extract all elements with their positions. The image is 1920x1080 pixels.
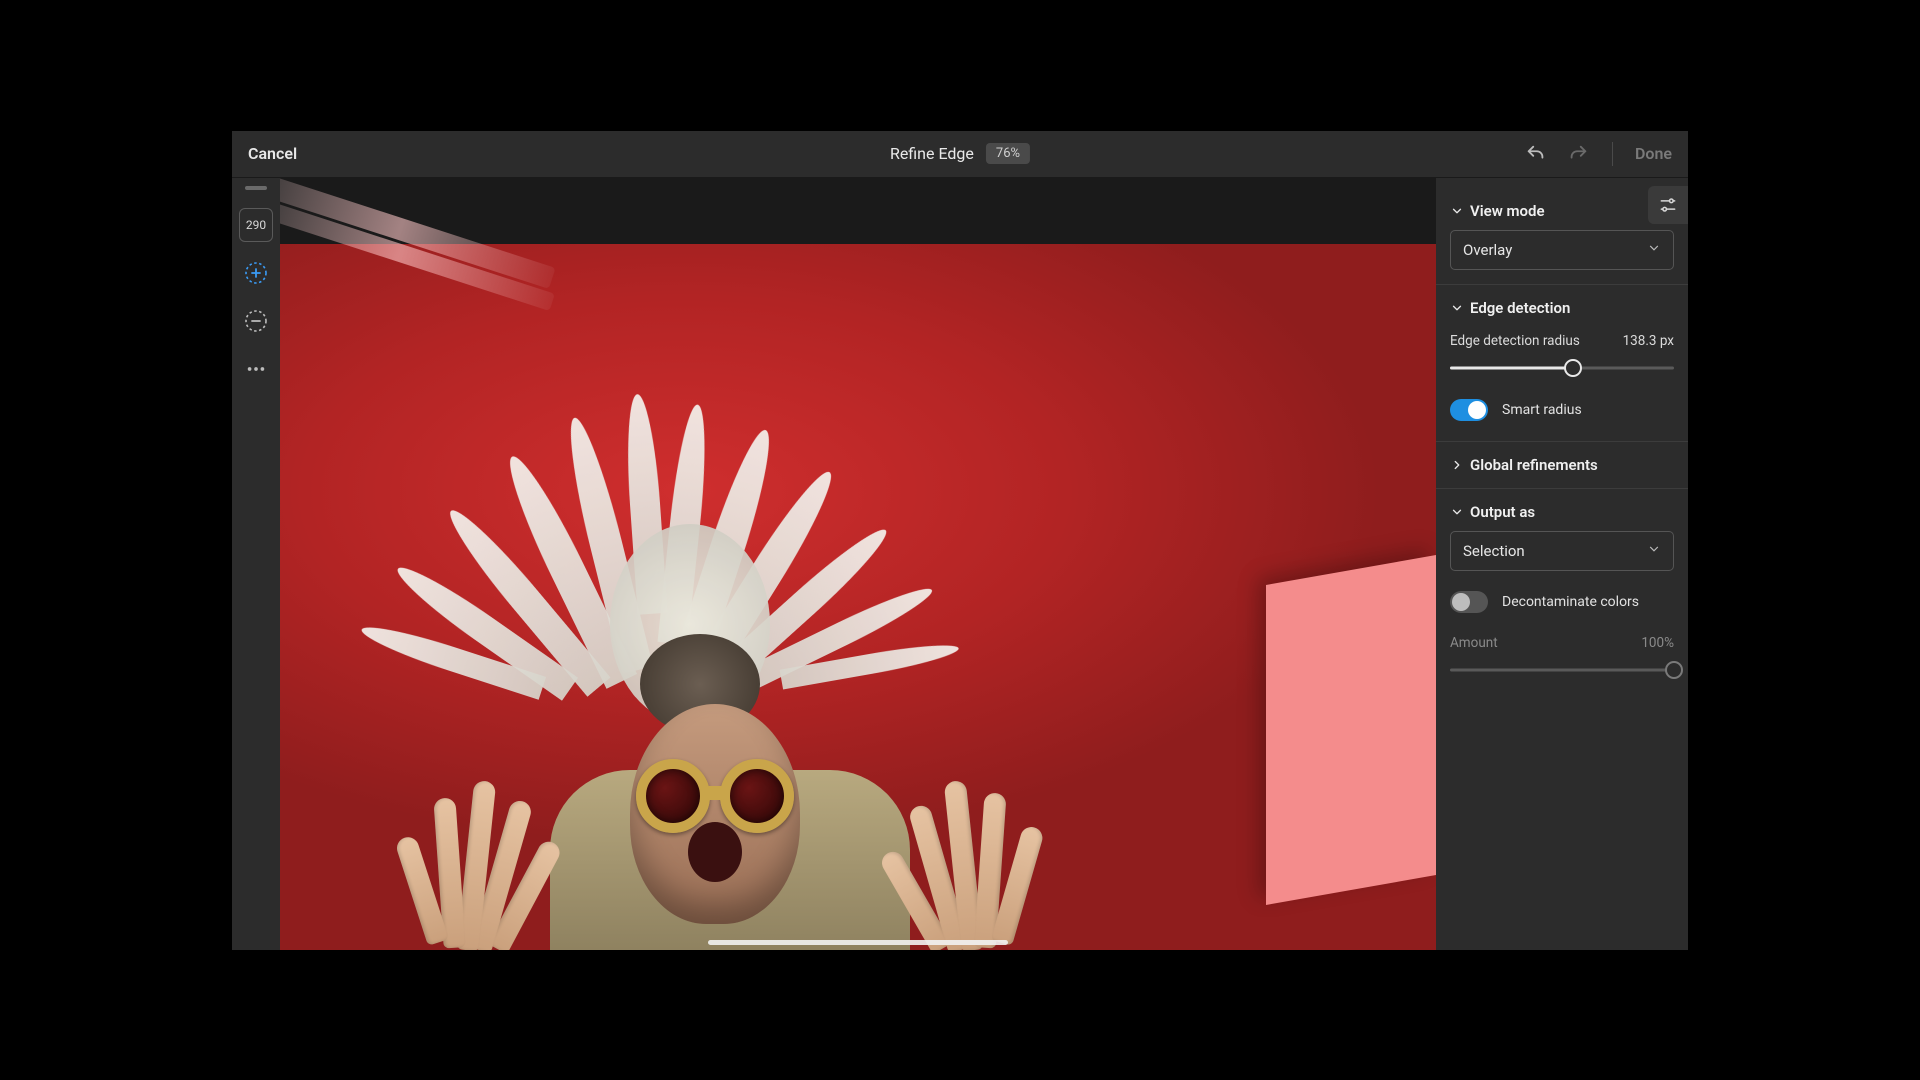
panel-settings-button[interactable] (1648, 186, 1688, 224)
chevron-right-icon (1450, 458, 1464, 472)
left-toolbar: 290 (232, 178, 280, 950)
brush-size-chip[interactable]: 290 (239, 208, 273, 242)
chevron-down-icon (1647, 542, 1661, 560)
section-output[interactable]: Output as (1450, 493, 1674, 531)
section-edge-detection[interactable]: Edge detection (1450, 289, 1674, 327)
more-tools-button[interactable] (239, 352, 273, 386)
sliders-icon (1658, 195, 1678, 215)
done-button[interactable]: Done (1635, 144, 1672, 163)
canvas[interactable] (280, 178, 1436, 950)
smart-radius-label: Smart radius (1502, 402, 1582, 418)
section-global-refinements[interactable]: Global refinements (1450, 446, 1674, 484)
section-title: Edge detection (1470, 299, 1570, 317)
chevron-down-icon (1647, 241, 1661, 259)
chevron-down-icon (1450, 505, 1464, 519)
amount-label: Amount (1450, 635, 1498, 651)
smart-radius-toggle[interactable] (1450, 399, 1488, 421)
chevron-down-icon (1450, 204, 1464, 218)
radius-value: 138.3 px (1623, 333, 1674, 349)
page-title: Refine Edge (890, 144, 974, 163)
select-value: Selection (1463, 542, 1525, 560)
radius-label: Edge detection radius (1450, 333, 1580, 349)
subject-hand-left (391, 763, 549, 950)
section-title: Global refinements (1470, 456, 1598, 474)
subject-hair (350, 374, 990, 754)
redo-button[interactable] (1566, 142, 1590, 166)
section-view-mode[interactable]: View mode (1450, 192, 1674, 230)
add-selection-tool[interactable] (239, 256, 273, 290)
properties-panel: View mode Overlay Edge detection Edge de… (1436, 178, 1688, 950)
section-title: View mode (1470, 202, 1545, 220)
chevron-down-icon (1450, 301, 1464, 315)
undo-button[interactable] (1524, 142, 1548, 166)
amount-value: 100% (1641, 635, 1674, 651)
radius-slider[interactable] (1450, 357, 1674, 379)
view-mode-select[interactable]: Overlay (1450, 230, 1674, 270)
grip-handle[interactable] (245, 186, 267, 190)
cancel-button[interactable]: Cancel (248, 144, 297, 163)
subtract-selection-tool[interactable] (239, 304, 273, 338)
output-select[interactable]: Selection (1450, 531, 1674, 571)
select-value: Overlay (1463, 241, 1512, 259)
subject-hand-right (891, 763, 1049, 950)
home-indicator (708, 940, 1008, 945)
decontaminate-toggle[interactable] (1450, 591, 1488, 613)
amount-slider[interactable] (1450, 659, 1674, 681)
zoom-badge[interactable]: 76% (986, 143, 1030, 164)
subject-face (630, 704, 800, 924)
section-title: Output as (1470, 503, 1535, 521)
decontaminate-label: Decontaminate colors (1502, 594, 1639, 610)
divider (1612, 142, 1613, 166)
